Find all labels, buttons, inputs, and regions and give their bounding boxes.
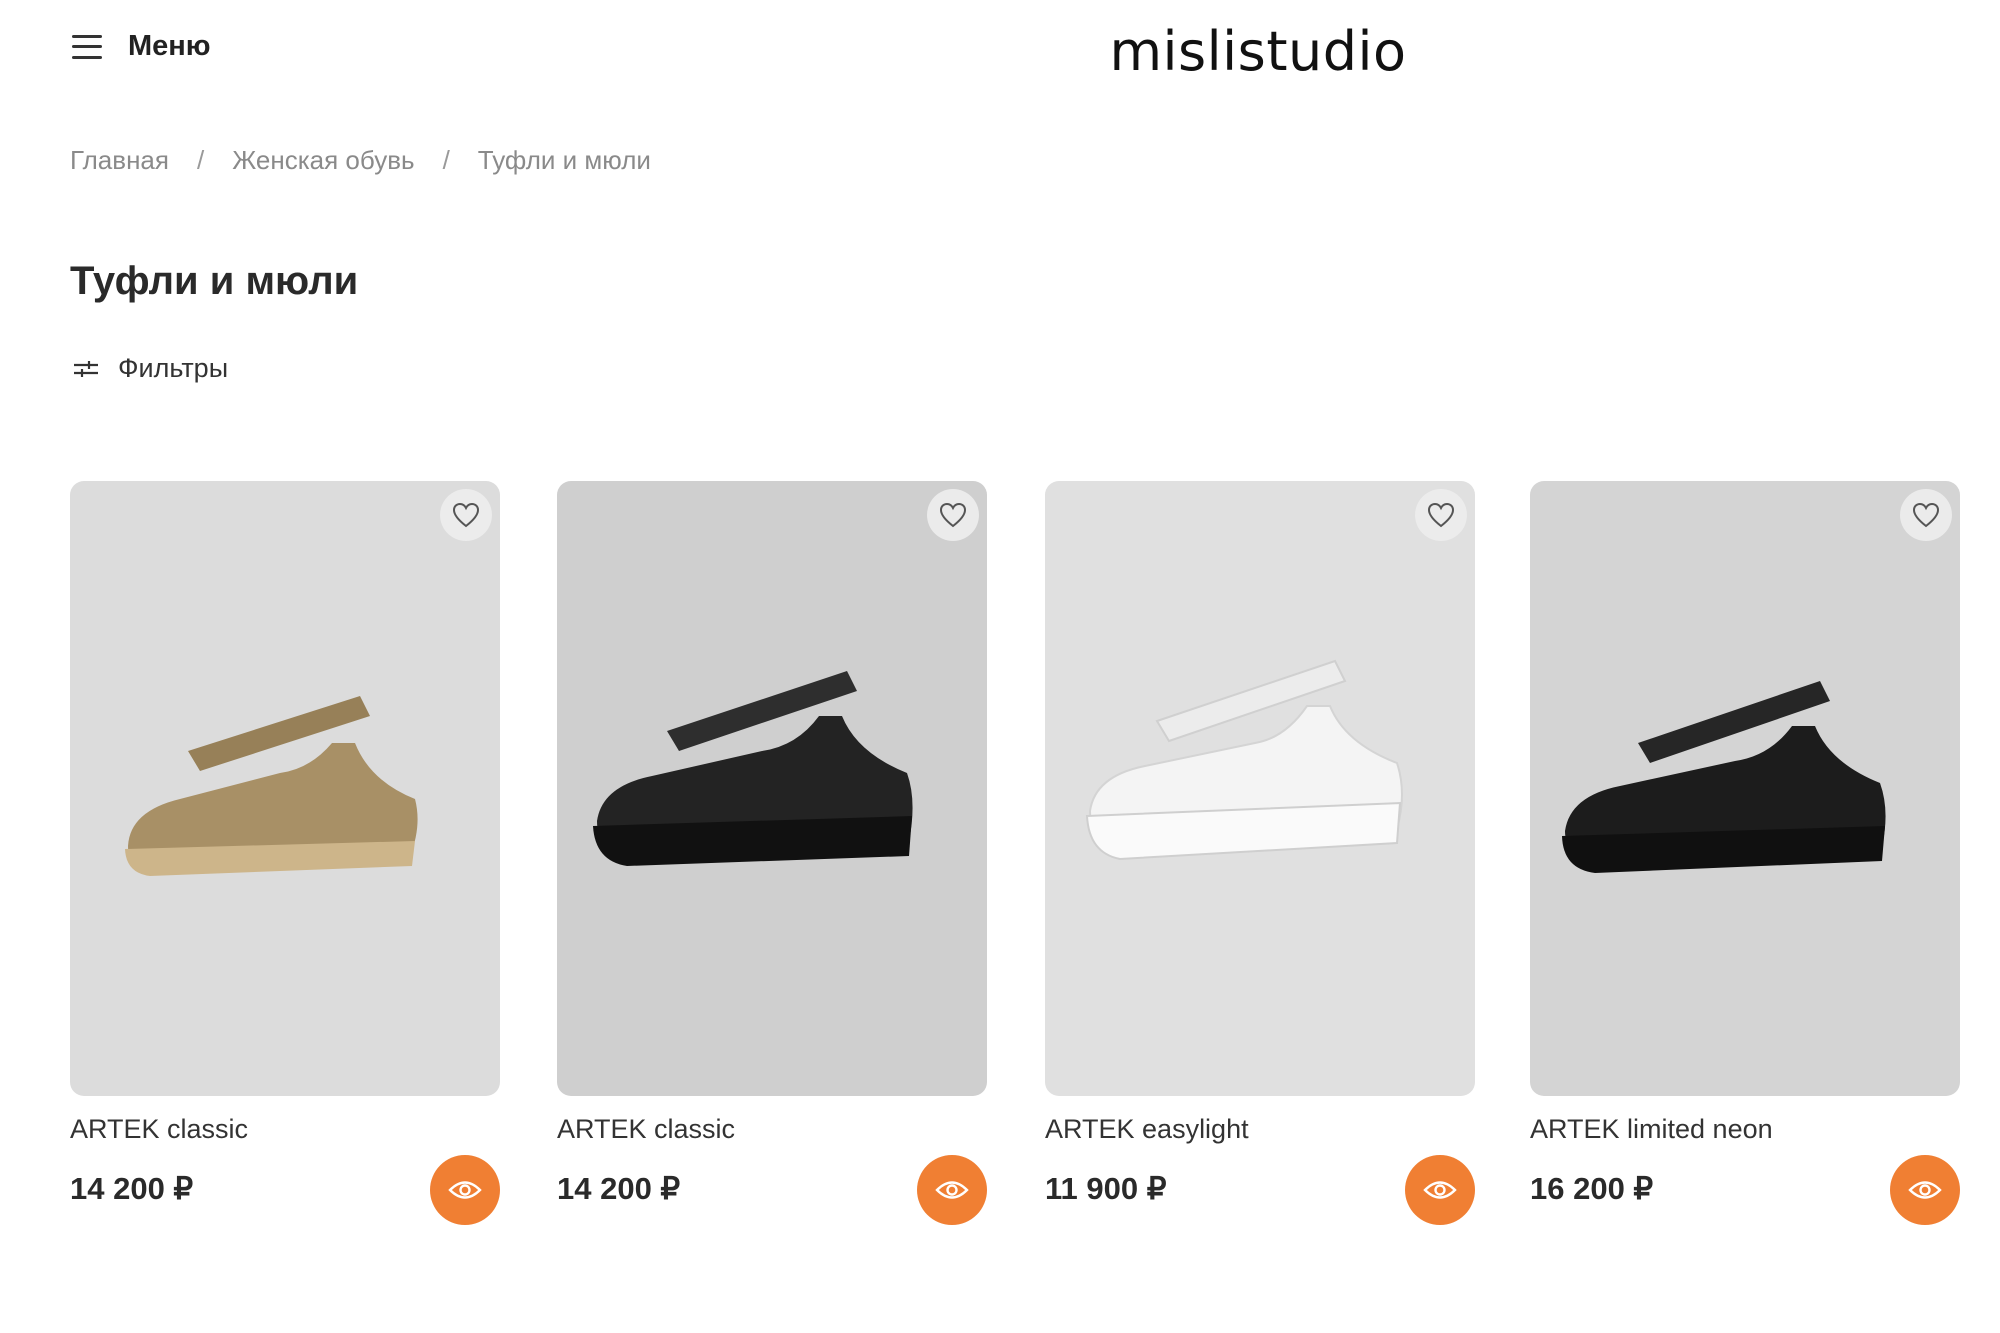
product-price: 14 200 ₽ (70, 1171, 194, 1206)
product-name[interactable]: ARTEK limited neon (1530, 1114, 1960, 1145)
eye-icon (1908, 1181, 1942, 1199)
product-name[interactable]: ARTEK easylight (1045, 1114, 1475, 1145)
eye-icon (935, 1181, 969, 1199)
product-card[interactable]: ARTEK easylight 11 900 ₽ (1045, 481, 1475, 1225)
favorite-button[interactable] (1900, 489, 1952, 541)
product-name[interactable]: ARTEK classic (70, 1114, 500, 1145)
page-title: Туфли и мюли (70, 259, 359, 303)
breadcrumb: Главная / Женская обувь / Туфли и мюли (70, 145, 651, 176)
product-price: 11 900 ₽ (1045, 1171, 1167, 1206)
favorite-button[interactable] (1415, 489, 1467, 541)
shoe-photo (557, 481, 987, 1096)
filters-label: Фильтры (118, 353, 229, 383)
product-image[interactable] (557, 481, 987, 1096)
product-price: 16 200 ₽ (1530, 1171, 1654, 1206)
product-card[interactable]: ARTEK classic 14 200 ₽ (70, 481, 500, 1225)
heart-icon (1912, 502, 1940, 528)
product-price: 14 200 ₽ (557, 1171, 681, 1206)
shoe-photo (70, 481, 500, 1096)
quick-view-button[interactable] (1405, 1155, 1475, 1225)
heart-icon (1427, 502, 1455, 528)
eye-icon (448, 1181, 482, 1199)
breadcrumb-womens-shoes[interactable]: Женская обувь (232, 145, 414, 176)
product-image[interactable] (1530, 481, 1960, 1096)
site-header: Меню mislistudio (0, 0, 2000, 100)
product-name[interactable]: ARTEK classic (557, 1114, 987, 1145)
favorite-button[interactable] (440, 489, 492, 541)
site-logo[interactable]: mislistudio (0, 20, 2000, 83)
product-card[interactable]: ARTEK limited neon 16 200 ₽ (1530, 481, 1960, 1225)
heart-icon (939, 502, 967, 528)
quick-view-button[interactable] (917, 1155, 987, 1225)
product-image[interactable] (70, 481, 500, 1096)
shoe-photo (1530, 481, 1960, 1096)
breadcrumb-current: Туфли и мюли (477, 145, 651, 175)
sliders-icon (74, 360, 98, 377)
quick-view-button[interactable] (430, 1155, 500, 1225)
product-grid: ARTEK classic 14 200 ₽ ARTEK classic 14 … (70, 481, 1960, 1241)
breadcrumb-home[interactable]: Главная (70, 145, 169, 176)
breadcrumb-separator: / (196, 145, 205, 175)
breadcrumb-separator: / (442, 145, 450, 175)
product-card[interactable]: ARTEK classic 14 200 ₽ (557, 481, 987, 1225)
product-image[interactable] (1045, 481, 1475, 1096)
price-row: 14 200 ₽ (557, 1155, 987, 1225)
favorite-button[interactable] (927, 489, 979, 541)
heart-icon (452, 502, 480, 528)
shoe-photo (1045, 481, 1475, 1096)
eye-icon (1423, 1181, 1457, 1199)
quick-view-button[interactable] (1890, 1155, 1960, 1225)
price-row: 16 200 ₽ (1530, 1155, 1960, 1225)
price-row: 14 200 ₽ (70, 1155, 500, 1225)
price-row: 11 900 ₽ (1045, 1155, 1475, 1225)
filters-button[interactable]: Фильтры (72, 353, 228, 384)
